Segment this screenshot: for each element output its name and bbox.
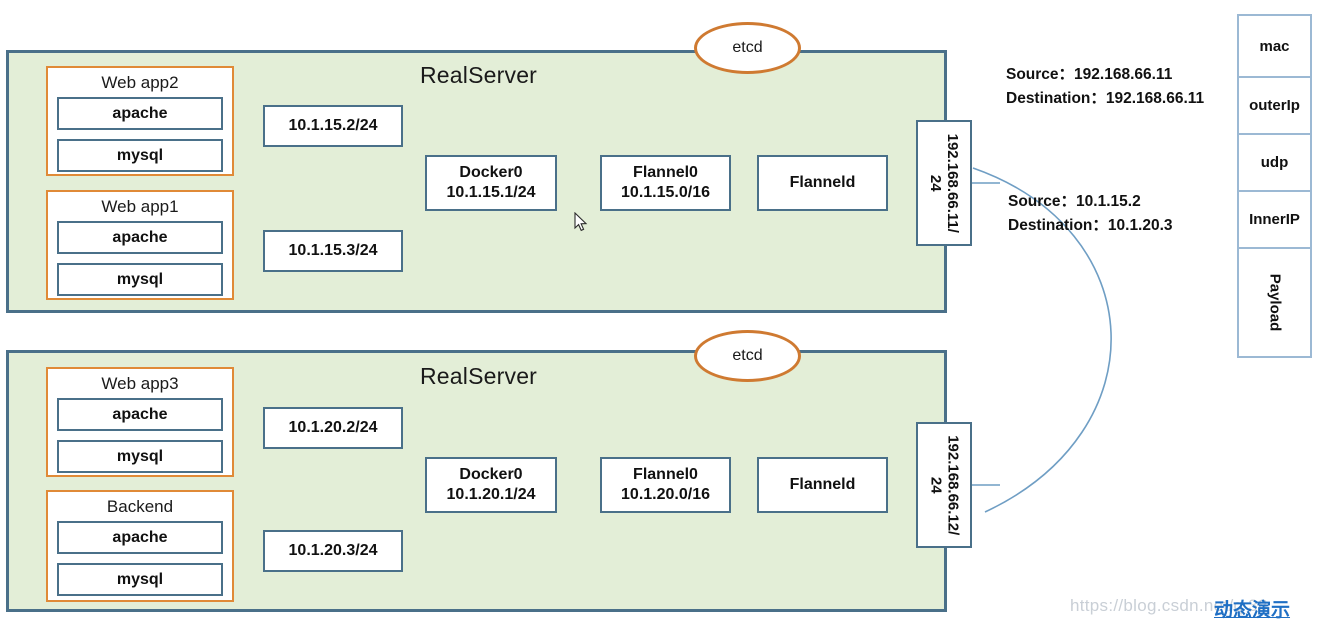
inner-source-line: Source：10.1.15.2 [1008,193,1141,210]
mouse-cursor-icon [574,212,588,232]
flanneld-node: Flanneld [757,155,888,211]
app-group-web-app2: Web app2 apache mysql [46,66,234,176]
service-box-mysql: mysql [57,263,223,296]
flannel0-cidr: 10.1.15.0/16 [621,184,710,201]
container-ip-box: 10.1.15.2/24 [263,105,403,147]
app-group-backend: Backend apache mysql [46,490,234,602]
host-nic-box: 192.168.66.12/ 24 [916,422,972,548]
flanneld-name: Flanneld [789,476,856,493]
service-box-apache: apache [57,521,223,554]
host-nic-box: 192.168.66.11/ 24 [916,120,972,246]
outer-destination-line: Destination：192.168.66.11 [1006,90,1205,108]
app-group-title: Web app1 [101,197,179,216]
host-nic-prefix: 24 [927,476,944,494]
diagram-canvas: RealServer Web app2 apache mysql 10.1.15… [0,0,1328,628]
service-box-mysql: mysql [57,139,223,172]
app-group-title: Web app3 [101,374,179,393]
flannel0-cidr: 10.1.20.0/16 [621,486,710,503]
outer-source-line: Source：192.168.66.11 [1006,66,1173,83]
docker0-name: Docker0 [459,466,523,483]
host-nic-ip: 192.168.66.11/ [944,133,962,233]
inner-destination-line: Destination：10.1.20.3 [1008,217,1173,235]
packet-layer-mac: mac [1239,16,1310,78]
container-ip-label: 10.1.20.3/24 [288,542,378,559]
service-box-apache: apache [57,398,223,431]
app-group-title: Web app2 [101,73,179,92]
etcd-label: etcd [732,39,763,56]
docker0-cidr: 10.1.15.1/24 [446,184,536,201]
docker0-node: Docker0 10.1.15.1/24 [425,155,557,211]
host-nic-ip: 192.168.66.12/ [944,434,962,536]
service-box-mysql: mysql [57,440,223,473]
container-ip-label: 10.1.15.3/24 [288,242,378,259]
host-nic-label: 192.168.66.11/ 24 [927,133,962,233]
container-ip-box: 10.1.15.3/24 [263,230,403,272]
packet-layer-outerip: outerIp [1239,78,1310,135]
flannel0-node: Flannel0 10.1.15.0/16 [600,155,731,211]
container-ip-label: 10.1.15.2/24 [288,117,378,134]
docker0-node: Docker0 10.1.20.1/24 [425,457,557,513]
app-group-title: Backend [106,497,174,516]
container-ip-label: 10.1.20.2/24 [288,419,378,436]
packet-layer-payload: Payload [1266,273,1283,332]
etcd-label: etcd [732,347,763,364]
outer-header-annotation: Source：192.168.66.11 Destination：192.168… [1006,63,1204,111]
flanneld-name: Flanneld [789,174,856,191]
flannel0-name: Flannel0 [633,466,698,483]
packet-layer-udp: udp [1239,135,1310,192]
etcd-node-top: etcd [694,22,801,74]
service-box-apache: apache [57,221,223,254]
app-group-web-app1: Web app1 apache mysql [46,190,234,300]
host-nic-prefix: 24 [927,174,945,192]
packet-structure-stack: mac outerIp udp InnerIP Payload [1237,14,1312,358]
flanneld-node: Flanneld [757,457,888,513]
docker0-cidr: 10.1.20.1/24 [446,486,536,503]
flannel0-node: Flannel0 10.1.20.0/16 [600,457,731,513]
service-box-apache: apache [57,97,223,130]
realserver-bottom-title: RealServer [420,363,538,389]
csdn-watermark-overlay: 动态演示 [1214,600,1291,621]
inner-header-annotation: Source：10.1.15.2 Destination：10.1.20.3 [1008,190,1173,238]
service-box-mysql: mysql [57,563,223,596]
realserver-top-title: RealServer [420,62,538,88]
host-nic-label: 192.168.66.12/ 24 [927,434,962,536]
flannel0-name: Flannel0 [633,164,698,181]
container-ip-box: 10.1.20.3/24 [263,530,403,572]
app-group-web-app3: Web app3 apache mysql [46,367,234,477]
etcd-node-bottom: etcd [694,330,801,382]
docker0-name: Docker0 [459,164,523,181]
packet-layer-innerip: InnerIP [1239,192,1310,249]
container-ip-box: 10.1.20.2/24 [263,407,403,449]
